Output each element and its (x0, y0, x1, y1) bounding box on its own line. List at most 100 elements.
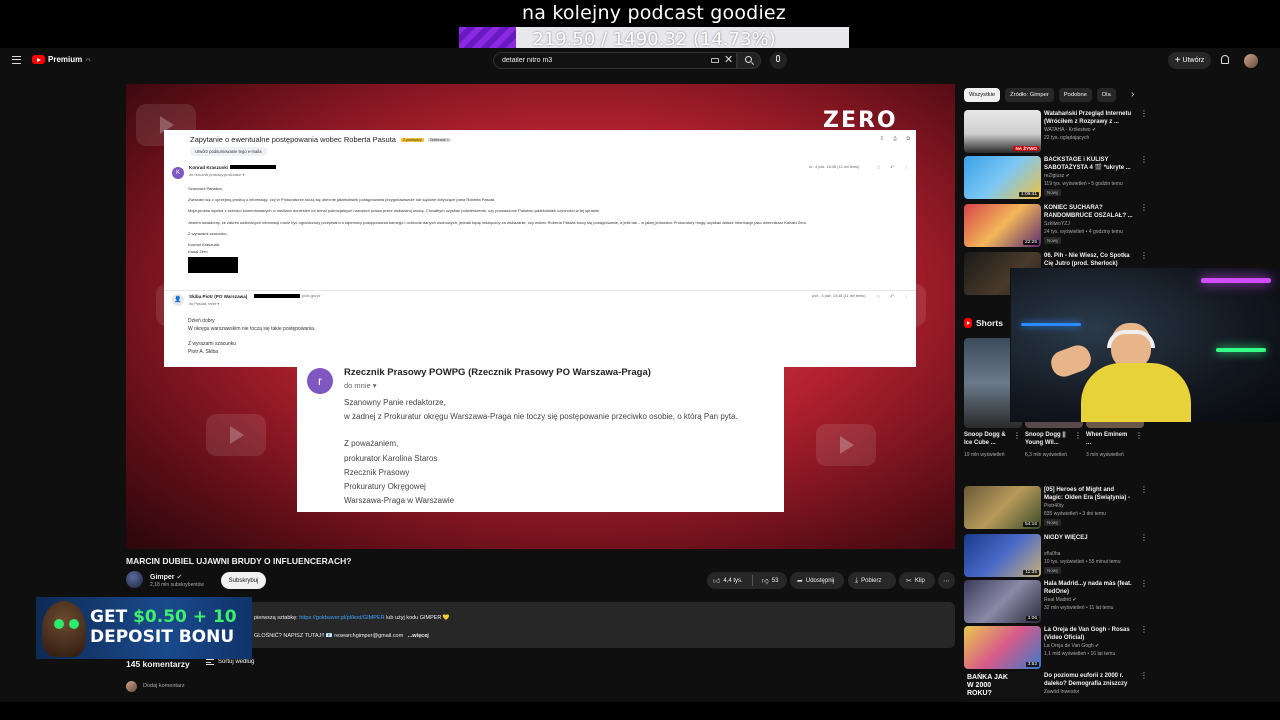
search-input[interactable] (502, 53, 702, 68)
more-actions-button[interactable]: ⋯ (938, 572, 955, 589)
chip-source[interactable]: Źródło: Gimper (1005, 88, 1054, 102)
add-comment-input[interactable]: Dodaj komentarz (143, 683, 185, 689)
recommended-video[interactable]: 11:35 NIGDY WIĘCEJ sf!a0ha 10 tys. wyświ… (964, 534, 1148, 578)
recommended-video[interactable]: BAŃKA JAK W 2000 ROKU? Do poziomu eufori… (964, 672, 1148, 702)
recommended-video[interactable]: 3:06 Hala Madrid...y nada más (feat. Red… (964, 580, 1148, 624)
sort-label: Sortuj według (218, 659, 255, 665)
email-body-line: Konrad Kraszuski (188, 242, 220, 247)
scissors-icon: ✂ (906, 577, 912, 585)
recommended-video[interactable]: 54:16 [05] Heroes of Might and Magic: Ol… (964, 486, 1148, 530)
email-body-line: prokurator Karolina Staros (344, 454, 438, 463)
more-vert-icon[interactable]: ⋮ (1140, 486, 1148, 494)
sort-comments-button[interactable]: Sortuj według (206, 659, 254, 665)
video-player[interactable]: ZERO Zapytanie o ewentualne postępowania… (126, 84, 955, 549)
dislike-button[interactable]: 👎︎ 53 (756, 572, 785, 589)
notifications-bell-icon[interactable] (1221, 55, 1229, 64)
chip-all[interactable]: Wszystkie (964, 88, 1001, 102)
chip-similar[interactable]: Podobne (1058, 88, 1092, 102)
video-title: [05] Heroes of Might and Magic: Olden Er… (1044, 487, 1131, 501)
video-duration: 3:06 (1025, 616, 1039, 621)
description-link[interactable]: https://goldsaver.pl/pl/kod/GIMPER (299, 615, 384, 621)
video-duration: 22:25 (1022, 240, 1039, 245)
channel-name[interactable]: Gimper ✔ (150, 573, 182, 581)
video-thumbnail: 3:52 (964, 626, 1041, 669)
more-vert-icon[interactable]: ⋮ (1140, 534, 1148, 542)
new-badge: Nowy (1044, 237, 1062, 244)
new-badge: Nowy (1044, 189, 1062, 196)
thumbs-up-icon: 👍︎ (713, 578, 721, 585)
description-text: pierwszą sztabkę: (254, 615, 298, 621)
show-more-link[interactable]: ...więcej (408, 633, 429, 639)
short-views: 3 mln wyświetleń (1086, 452, 1124, 458)
channel-avatar[interactable] (126, 571, 143, 588)
recommended-video[interactable]: 22:25 KONIEC SUCHARA? RANDOMBRUCE OSZALA… (964, 204, 1148, 248)
more-vert-icon[interactable]: ⋮ (1140, 580, 1148, 588)
email-tag: Odebrane × (427, 138, 451, 142)
dislike-count: 53 (771, 577, 779, 584)
search-icon (745, 56, 752, 63)
short-title[interactable]: Snoop Dogg || Young Wil... (1025, 431, 1071, 447)
video-title: 06. Pih - Nie Wiesz, Co Spotka Cię Jutro… (1044, 253, 1130, 267)
email-action-icons: ☆ ↶ ⋮ (876, 165, 913, 171)
email-body-line: Prokuratury Okręgowej (344, 482, 426, 491)
rgb-light (1201, 278, 1271, 283)
more-vert-icon[interactable]: ⋮ (1140, 626, 1148, 634)
more-vert-icon[interactable]: ⋮ (1140, 252, 1148, 260)
recommended-video[interactable]: 1:09:41 BACKSTAGE i KULISY SABOTAŻYSTA 4… (964, 156, 1148, 200)
plus-icon: + (1174, 55, 1181, 66)
summarize-email-button: Utwórz podsumowanie tego e-maila (190, 147, 267, 156)
create-button[interactable]: + Utwórz (1168, 52, 1211, 69)
video-title: NIGDY WIĘCEJ (1044, 535, 1088, 541)
more-vert-icon[interactable]: ⋮ (1140, 110, 1148, 118)
email-body-line: Warszawa-Praga w Warszawie (344, 496, 455, 505)
email-subject-text: Zapytanie o ewentualne postępowania wobe… (190, 135, 396, 144)
account-avatar[interactable] (1244, 54, 1258, 68)
email-date: pon., 4 paź, 15:48 (11 dni temu) (812, 294, 866, 298)
email-recipient: do mnie ▾ (344, 381, 377, 390)
email-sender: Konrad Kraszuski (189, 165, 229, 170)
mascot-eye (69, 619, 79, 629)
share-button[interactable]: ➦ Udostępnij (790, 572, 844, 589)
mascot-eye (54, 619, 64, 629)
email-body-line: Rzecznik Prasowy (344, 468, 410, 477)
more-vert-icon[interactable]: ⋮ (1074, 432, 1082, 440)
background-play-tile (816, 424, 876, 466)
more-vert-icon[interactable]: ⋮ (1140, 672, 1148, 680)
chevron-right-icon[interactable]: › (1131, 89, 1134, 101)
download-button[interactable]: ⤓ Pobierz (848, 572, 896, 589)
like-button[interactable]: 👍︎ 4,4 tys. (707, 572, 749, 589)
email-body-line: w żadnej z Prokuratur okręgu Warszawa-Pr… (344, 412, 738, 421)
headphones (1107, 330, 1155, 348)
keyboard-icon[interactable] (711, 58, 719, 63)
more-vert-icon[interactable]: ⋮ (1140, 204, 1148, 212)
youtube-logo[interactable]: Premium PL (32, 55, 91, 64)
recommended-video[interactable]: 3:52 La Oreja de Van Gogh - Rosas (Video… (964, 626, 1148, 670)
video-meta: 32 mln wyświetleń • 11 lat temu (1044, 605, 1114, 611)
sponsor-ad-banner: GET $0.50 + 10 DEPOSIT BONU (36, 597, 252, 659)
video-duration: 3:52 (1025, 662, 1039, 667)
chip-for-you[interactable]: Dla (1096, 88, 1116, 102)
clear-search-icon[interactable]: ✕ (724, 54, 733, 67)
ad-mascot (42, 601, 86, 657)
voice-search-button[interactable] (770, 52, 787, 69)
video-thumbnail: 22:25 (964, 204, 1041, 247)
email-body-line: Szanowny Panie redaktorze, (344, 398, 446, 407)
menu-icon[interactable] (12, 56, 21, 64)
more-vert-icon[interactable]: ⋮ (1135, 432, 1143, 440)
live-badge: NA ŻYWO (1013, 146, 1039, 151)
recommended-video[interactable]: NA ŻYWO Watahański Przegląd Internetu (W… (964, 110, 1148, 154)
channel-name-text: Gimper (150, 574, 175, 581)
more-vert-icon[interactable]: ⋮ (1140, 156, 1148, 164)
video-thumbnail: BAŃKA JAK W 2000 ROKU? (964, 672, 1041, 702)
short-title[interactable]: Snoop Dogg & Ice Cube ... (964, 431, 1010, 447)
short-title[interactable]: When Eminem ... (1086, 431, 1132, 447)
clip-button[interactable]: ✂ Klip (899, 572, 935, 589)
email-tag: Z pomiędzy (401, 138, 424, 142)
subscribe-button[interactable]: Subskrybuj (221, 572, 266, 589)
search-button[interactable] (737, 52, 761, 69)
streamer-shirt (1081, 363, 1191, 422)
redaction-bar (230, 165, 276, 169)
download-label: Pobierz (861, 577, 882, 584)
more-vert-icon[interactable]: ⋮ (1013, 432, 1021, 440)
sender-avatar: r (307, 368, 333, 394)
